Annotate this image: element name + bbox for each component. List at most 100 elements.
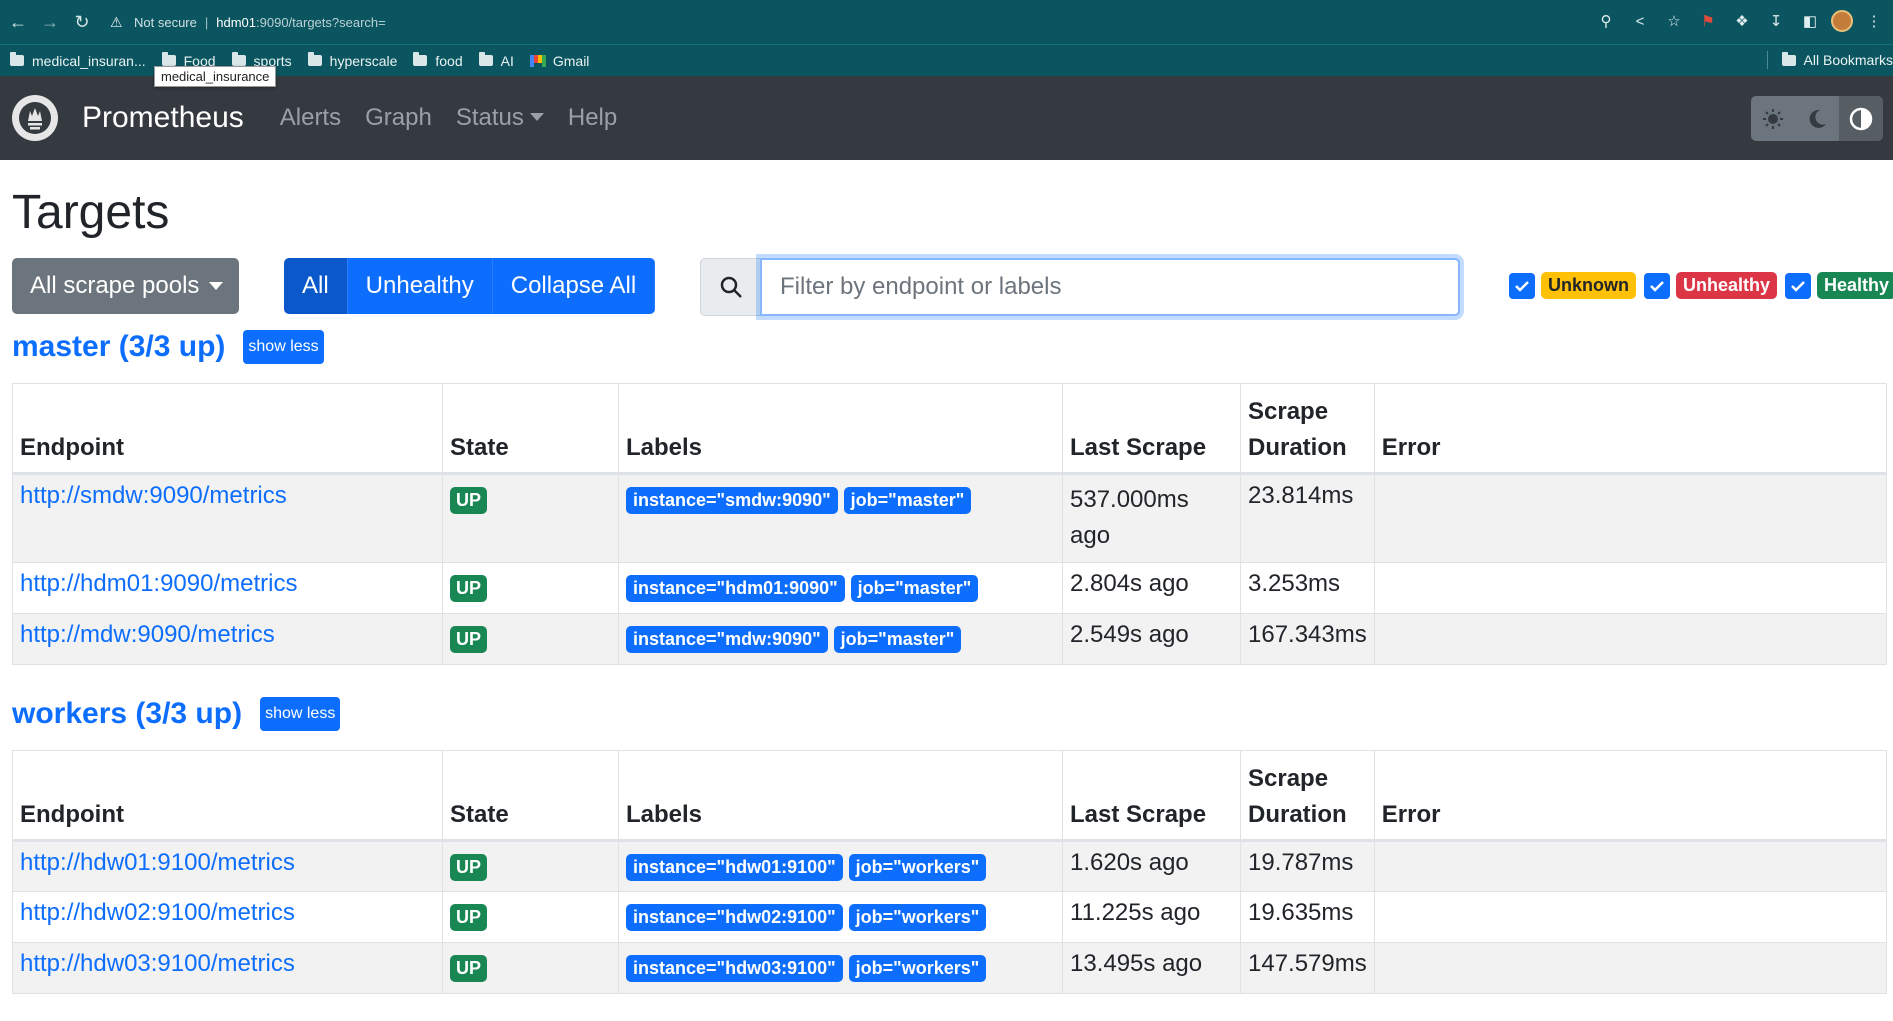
puzzle-icon[interactable]: ❖ [1729,8,1755,34]
label-badge: job="master" [850,575,979,602]
nav-help[interactable]: Help [568,104,617,132]
url-host: hdm01 [216,14,257,30]
table-row: http://smdw:9090/metrics UP instance="sm… [12,473,1888,563]
url-path: :9090/targets?search= [256,14,386,30]
label-badge: instance="mdw:9090" [626,626,828,653]
scrape-duration: 19.787ms [1240,840,1375,892]
theme-toggle-group [1751,96,1883,141]
pool-header-workers: workers (3/3 up) show less [12,697,341,731]
endpoint-link[interactable]: http://mdw:9090/metrics [20,621,275,648]
reload-icon[interactable]: ↻ [68,8,96,36]
unhealthy-button[interactable]: Unhealthy [347,258,493,314]
back-arrow-icon[interactable]: ← [4,8,32,36]
download-icon[interactable]: ↧ [1763,8,1789,34]
label-badge: job="workers" [848,955,987,982]
column-header: Scrape Duration [1240,750,1375,842]
last-scrape: 13.495s ago [1062,942,1241,994]
show-less-button[interactable]: show less [243,330,324,364]
column-header: Error [1373,750,1888,842]
nav-alerts[interactable]: Alerts [280,104,341,132]
nav-graph[interactable]: Graph [365,104,432,132]
scrape-duration: 23.814ms [1240,473,1375,563]
brand-title[interactable]: Prometheus [82,101,244,135]
bookmark-tooltip: medical_insurance [154,66,277,87]
page-title: Targets [12,186,170,239]
bookmark-folder[interactable]: food [413,52,463,69]
label-badge: instance="hdw02:9100" [626,904,843,931]
pool-title-link[interactable]: master (3/3 up) [12,330,225,364]
prometheus-logo-icon[interactable] [12,95,58,141]
healthy-checkbox[interactable] [1785,272,1812,299]
state-badge: UP [450,854,488,881]
collapse-all-button[interactable]: Collapse All [492,258,656,314]
scrape-duration: 19.635ms [1240,891,1375,943]
last-scrape: 11.225s ago [1062,891,1241,943]
sidepanel-icon[interactable]: ◧ [1797,8,1823,34]
column-header: Last Scrape [1062,750,1241,842]
zoom-icon[interactable]: ⚲ [1593,8,1619,34]
column-header: State [442,750,619,842]
error-cell [1373,613,1888,665]
column-header: Labels [618,750,1063,842]
healthy-badge: Healthy [1817,272,1893,299]
targets-table-workers: Endpoint State Labels Last Scrape Scrape… [12,750,1888,994]
all-bookmarks[interactable]: All Bookmarks [1766,51,1893,69]
endpoint-link[interactable]: http://hdm01:9090/metrics [20,570,297,597]
show-less-button[interactable]: show less [260,697,341,731]
label-badge: job="workers" [848,854,987,881]
caret-down-icon [529,112,544,121]
star-icon[interactable]: ☆ [1661,8,1687,34]
last-scrape: 2.549s ago [1062,613,1241,665]
state-badge: UP [450,955,488,982]
browser-toolbar-icons: ⚲ < ☆ ⚑ ❖ ↧ ◧ ⋮ [1593,8,1887,34]
endpoint-link[interactable]: http://hdw02:9100/metrics [20,899,295,926]
share-icon[interactable]: < [1627,8,1653,34]
all-button[interactable]: All [284,258,348,314]
endpoint-link[interactable]: http://hdw01:9100/metrics [20,849,295,876]
label-badge: instance="hdw01:9100" [626,854,843,881]
search-group [700,258,1460,316]
table-row: http://hdw03:9100/metrics UP instance="h… [12,942,1888,994]
menu-dots-icon[interactable]: ⋮ [1861,8,1887,34]
error-cell [1373,562,1888,614]
forward-arrow-icon[interactable]: → [36,8,64,36]
column-header: Error [1373,383,1888,475]
state-badge: UP [450,626,488,653]
bookmark-folder[interactable]: hyperscale [307,52,397,69]
search-input[interactable] [760,258,1460,316]
extension-icon[interactable]: ⚑ [1695,8,1721,34]
pool-title-link[interactable]: workers (3/3 up) [12,697,242,731]
scrape-pool-dropdown[interactable]: All scrape pools [12,258,239,314]
dark-theme-moon-icon[interactable] [1795,96,1839,141]
endpoint-link[interactable]: http://hdw03:9100/metrics [20,950,295,977]
bookmark-folder[interactable]: AI [478,52,514,69]
scrape-duration: 147.579ms [1240,942,1375,994]
folder-icon [478,52,493,66]
bookmarks-bar: medical_insuran... Food sports hyperscal… [0,44,1893,76]
bookmark-folder[interactable]: medical_insuran... [10,52,146,69]
profile-avatar[interactable] [1831,10,1853,32]
label-badge: instance="hdm01:9090" [626,575,845,602]
unhealthy-checkbox[interactable] [1644,272,1670,299]
label-badge: instance="smdw:9090" [626,487,838,514]
gmail-icon [529,54,546,67]
label-badge: job="workers" [848,904,987,931]
nav-status-dropdown[interactable]: Status [456,104,544,132]
controls-row: All scrape pools All Unhealthy Collapse … [12,258,1893,316]
unknown-checkbox[interactable] [1509,272,1535,299]
caret-down-icon [209,282,224,290]
unknown-badge: Unknown [1541,272,1636,299]
light-theme-sun-icon[interactable] [1751,96,1795,141]
error-cell [1373,942,1888,994]
warning-icon: ⚠ [110,13,123,30]
pool-header-master: master (3/3 up) show less [12,330,324,364]
last-scrape: 537.000ms ago [1062,473,1241,563]
bookmark-gmail[interactable]: Gmail [529,53,589,69]
endpoint-link[interactable]: http://smdw:9090/metrics [20,482,287,509]
error-cell [1373,473,1888,563]
column-header: State [442,383,619,475]
auto-theme-contrast-icon[interactable] [1839,96,1883,141]
error-cell [1373,840,1888,892]
last-scrape: 2.804s ago [1062,562,1241,614]
url-field[interactable]: ⚠ Not secure | hdm01:9090/targets?search… [110,6,386,38]
